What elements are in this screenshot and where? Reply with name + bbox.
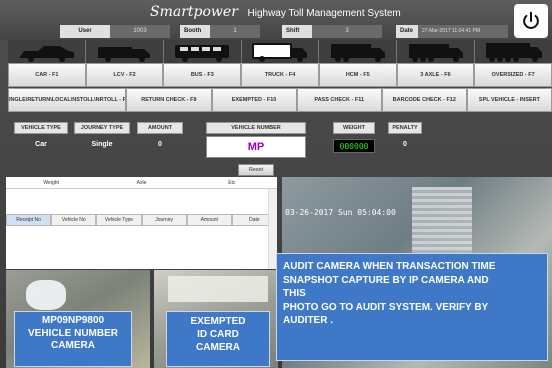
column-vehicle-no[interactable]: Vehicle No xyxy=(51,214,97,226)
booth-label: Booth xyxy=(180,25,210,38)
grid-header-weight: Weight xyxy=(43,179,59,186)
audit-note-line: PHOTO GO TO AUDIT SYSTEM. VERIFY BY xyxy=(283,301,489,313)
shift-label: Shift xyxy=(282,25,312,38)
vehicle-camera-note-line: CAMERA xyxy=(51,340,95,351)
vehicle-number-input[interactable]: MP xyxy=(206,136,306,158)
booth-value: 1 xyxy=(210,25,260,38)
audit-note-line: SNAPSHOT CAPTURE BY IP CAMERA AND xyxy=(283,274,489,286)
audit-note-line: THIS xyxy=(283,288,306,299)
category-oversized-button[interactable]: OVERSIZED - F7 xyxy=(474,63,552,87)
id-camera-note-line: CAMERA xyxy=(196,342,240,353)
app-title: Highway Toll Management System xyxy=(247,8,401,19)
shift-info: Shift 3 xyxy=(282,25,382,38)
booth-info: Booth 1 xyxy=(180,25,260,38)
penalty-label: PENALTY xyxy=(388,122,422,134)
car-icon xyxy=(20,46,75,62)
header-bar: Smartpower Highway Toll Management Syste… xyxy=(0,0,552,40)
exempted-button[interactable]: EXEMPTED - F10 xyxy=(211,88,297,112)
vehicle-icon-strip xyxy=(8,40,552,63)
toll-app-window: Smartpower Highway Toll Management Syste… xyxy=(0,0,552,368)
lcv-icon xyxy=(98,47,151,62)
transaction-grid: Weight Axle Etc Receipt No Vehicle No Ve… xyxy=(6,177,278,269)
return-check-button[interactable]: RETURN CHECK - F9 xyxy=(126,88,212,112)
category-lcv-button[interactable]: LCV - F2 xyxy=(85,63,164,87)
transaction-table-header: Receipt No Vehicle No Vehicle Type Journ… xyxy=(6,214,278,226)
vehicle-number-label: VEHICLE NUMBER xyxy=(206,122,306,134)
grid-top-header: Weight Axle Etc xyxy=(6,177,277,189)
id-camera-note-line: EXEMPTED xyxy=(190,316,246,327)
camera-timestamp: 03-26-2017 Sun 05:04:00 xyxy=(285,208,396,217)
reset-button[interactable]: Reset xyxy=(238,164,274,176)
date-info: Date 27-Mar-2017 11:04:41 PM xyxy=(396,25,508,38)
id-camera-note: EXEMPTED ID CARD CAMERA xyxy=(166,311,270,367)
amount-label: AMOUNT xyxy=(137,122,183,134)
amount-value: 0 xyxy=(158,141,162,148)
category-truck-button[interactable]: TRUCK - F4 xyxy=(241,63,319,87)
user-value: 1003 xyxy=(110,25,170,38)
journey-type-value: Single xyxy=(91,141,113,148)
column-amount[interactable]: Amount xyxy=(186,214,232,226)
category-hcm-button[interactable]: HCM - F5 xyxy=(318,63,397,87)
truck-icon xyxy=(252,43,307,62)
brand: Smartpower Highway Toll Management Syste… xyxy=(150,4,401,20)
journey-type-label: JOURNEY TYPE xyxy=(74,122,130,134)
vehicle-type-value: Car xyxy=(35,141,47,148)
category-bus-button[interactable]: BUS - F3 xyxy=(163,63,242,87)
oversized-icon xyxy=(485,43,542,62)
pass-check-button[interactable]: PASS CHECK - F11 xyxy=(296,88,382,112)
column-vehicle-type[interactable]: Vehicle Type xyxy=(96,214,142,226)
single-return-local-button[interactable]: SINGLE\RETURN\LOCAL\NSTOLL\NRTOLL - F8 xyxy=(8,88,127,112)
vehicle-camera-note-line: MP09NP9800 xyxy=(41,315,105,326)
vehicle-camera-note: MP09NP9800 VEHICLE NUMBER CAMERA xyxy=(14,311,132,367)
grid-header-etc: Etc xyxy=(228,179,236,186)
date-value: 27-Mar-2017 11:04:41 PM xyxy=(418,25,508,38)
category-car-button[interactable]: CAR - F1 xyxy=(8,63,86,87)
audit-camera-note: AUDIT CAMERA WHEN TRANSACTION TIME SNAPS… xyxy=(276,253,548,361)
special-vehicle-button[interactable]: SPL VEHICLE - INSERT xyxy=(466,88,552,112)
category-3-axle-button[interactable]: 3 AXLE - F6 xyxy=(396,63,475,87)
column-receipt-no[interactable]: Receipt No xyxy=(6,214,52,226)
vehicle-camera-note-line: VEHICLE NUMBER xyxy=(27,327,118,339)
penalty-value: 0 xyxy=(403,141,407,148)
id-camera-note-line: ID CARD xyxy=(197,329,239,340)
action-row: SINGLE\RETURN\LOCAL\NSTOLL\NRTOLL - F8 R… xyxy=(8,88,552,112)
audit-note-line: AUDIT CAMERA WHEN TRANSACTION TIME xyxy=(283,261,496,272)
user-info: User 1003 xyxy=(60,25,170,38)
barcode-check-button[interactable]: BARCODE CHECK - F12 xyxy=(381,88,467,112)
user-label: User xyxy=(60,25,110,38)
hcm-icon xyxy=(330,44,385,62)
grid-header-axle: Axle xyxy=(136,179,147,186)
power-icon xyxy=(523,11,539,29)
brand-logo: Smartpower xyxy=(150,4,238,20)
audit-note-line: AUDITER . xyxy=(283,315,333,326)
weight-display: 000000 xyxy=(333,139,375,153)
bus-icon xyxy=(175,45,230,62)
date-label: Date xyxy=(396,25,418,38)
power-button[interactable] xyxy=(514,4,548,38)
weight-label: WEIGHT xyxy=(333,122,375,134)
column-journey[interactable]: Journey xyxy=(141,214,187,226)
shift-value: 3 xyxy=(312,25,382,38)
3-axle-icon xyxy=(408,44,463,62)
vehicle-category-row: CAR - F1 LCV - F2 BUS - F3 TRUCK - F4 HC… xyxy=(8,63,552,87)
vehicle-type-label: VEHICLE TYPE xyxy=(14,122,68,134)
